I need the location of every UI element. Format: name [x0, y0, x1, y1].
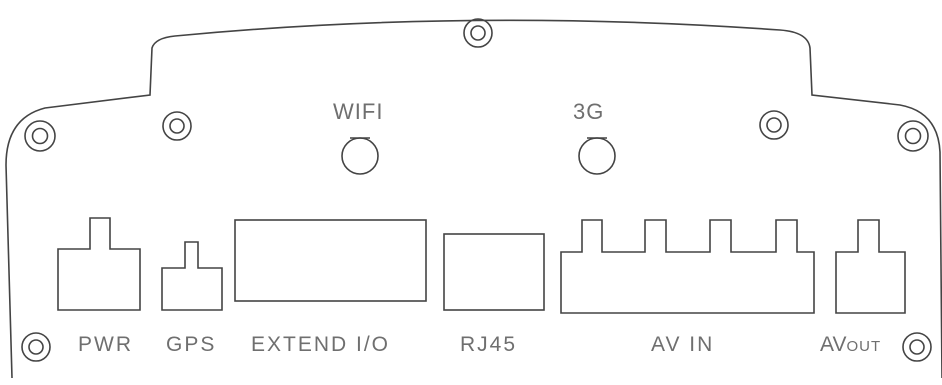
rj45-label: RJ45: [460, 333, 518, 356]
wifi-label: WIFI: [333, 99, 384, 124]
wifi-antenna-port: [341, 137, 379, 175]
av-in-port: [560, 219, 815, 314]
rj45-port: [443, 233, 545, 311]
screw-hole-top-center: [463, 18, 493, 48]
av-out-label-main: AV: [820, 333, 847, 356]
pwr-port: [57, 217, 141, 311]
screw-hole-lower-left: [21, 332, 51, 362]
rear-panel-diagram: [5, 18, 942, 379]
panel-outline: [5, 19, 942, 379]
screw-hole-upper-right: [897, 120, 929, 152]
pwr-label: PWR: [78, 333, 133, 356]
av-in-label: AV IN: [651, 333, 715, 356]
extend-io-port: [234, 219, 427, 302]
screw-hole-lower-right: [902, 332, 932, 362]
screw-hole-upper-inner-right: [759, 110, 789, 140]
3g-antenna-port: [578, 137, 616, 175]
screw-hole-upper-left: [24, 120, 56, 152]
av-out-port: [835, 219, 906, 314]
gps-port: [161, 241, 223, 311]
extend-io-label: EXTEND I/O: [251, 333, 391, 356]
screw-hole-upper-inner-left: [162, 111, 192, 141]
av-out-label: AVOUT: [820, 334, 881, 355]
3g-label: 3G: [573, 99, 605, 124]
gps-label: GPS: [166, 333, 217, 356]
av-out-label-small: OUT: [846, 338, 882, 355]
